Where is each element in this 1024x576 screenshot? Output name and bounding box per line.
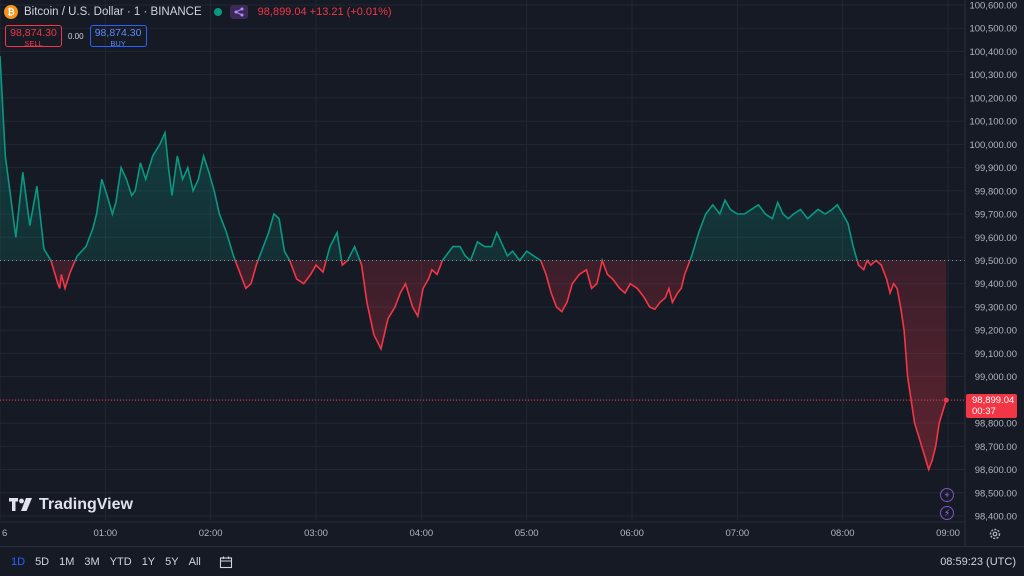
y-tick-label: 99,200.00 xyxy=(975,326,1017,337)
x-tick-label: 03:00 xyxy=(304,528,328,539)
range-button-1m[interactable]: 1M xyxy=(59,556,74,568)
x-tick-label: 07:00 xyxy=(725,528,749,539)
y-tick-label: 98,800.00 xyxy=(975,419,1017,430)
y-tick-label: 99,400.00 xyxy=(975,279,1017,290)
tradingview-logo[interactable]: TradingView xyxy=(9,496,133,514)
y-tick-label: 99,500.00 xyxy=(975,256,1017,267)
last-quote: 98,899.04 +13.21 (+0.01%) xyxy=(257,6,392,18)
y-tick-label: 98,600.00 xyxy=(975,465,1017,476)
spread-value: 0.00 xyxy=(68,31,84,41)
x-tick-label: 04:00 xyxy=(409,528,433,539)
range-button-3m[interactable]: 3M xyxy=(84,556,99,568)
buy-button[interactable]: 98,874.30 BUY xyxy=(89,25,147,48)
bitcoin-icon: ₿ xyxy=(4,5,18,19)
y-tick-label: 100,600.00 xyxy=(969,1,1017,12)
range-button-ytd[interactable]: YTD xyxy=(110,556,132,568)
y-tick-label: 99,600.00 xyxy=(975,233,1017,244)
symbol-header[interactable]: ₿ Bitcoin / U.S. Dollar · 1 · BINANCE 98… xyxy=(0,0,392,24)
lightning-icon[interactable]: ⚡ xyxy=(940,506,954,520)
area-down-fill xyxy=(0,260,947,470)
last-price-label: 98,899.04 00:37 xyxy=(966,394,1017,418)
y-tick-label: 100,000.00 xyxy=(969,140,1017,151)
y-tick-label: 100,500.00 xyxy=(969,24,1017,35)
area-fill xyxy=(0,56,947,470)
bar-countdown: 00:37 xyxy=(972,406,996,417)
sell-button[interactable]: 98,874.30 SELL xyxy=(5,25,62,47)
area-up-fill xyxy=(0,56,947,261)
y-tick-label: 99,300.00 xyxy=(975,302,1017,313)
series-line-up xyxy=(0,56,878,261)
x-tick-label: 08:00 xyxy=(831,528,855,539)
last-price-dot xyxy=(943,397,949,403)
x-tick-label: 05:00 xyxy=(515,528,539,539)
range-button-5d[interactable]: 5D xyxy=(35,556,49,568)
x-tick-label: 09:00 xyxy=(936,528,960,539)
last-price-value: 98,899.04 xyxy=(972,395,1015,406)
y-tick-label: 99,100.00 xyxy=(975,349,1017,360)
y-tick-label: 98,500.00 xyxy=(975,488,1017,499)
y-tick-label: 100,100.00 xyxy=(969,117,1017,128)
range-button-1y[interactable]: 1Y xyxy=(142,556,155,568)
y-tick-label: 99,000.00 xyxy=(975,372,1017,383)
y-tick-label: 99,900.00 xyxy=(975,163,1017,174)
utc-clock[interactable]: 08:59:23 (UTC) xyxy=(940,556,1016,568)
range-button-all[interactable]: All xyxy=(189,556,201,568)
series-line-down xyxy=(49,260,947,472)
x-tick-label: 6 xyxy=(2,528,7,539)
symbol-title[interactable]: Bitcoin / U.S. Dollar · 1 · BINANCE xyxy=(24,6,202,18)
bottom-toolbar: 1D 5D 1M 3M YTD 1Y 5Y All 08:59:23 (UTC) xyxy=(0,546,1024,576)
y-tick-label: 99,700.00 xyxy=(975,210,1017,221)
x-tick-label: 02:00 xyxy=(199,528,223,539)
plus-circle-icon[interactable]: + xyxy=(940,488,954,502)
sell-label: SELL xyxy=(24,38,43,48)
y-tick-label: 100,400.00 xyxy=(969,47,1017,58)
tradingview-logo-text: TradingView xyxy=(39,496,133,513)
trade-panel: 98,874.30 SELL 0.00 98,874.30 BUY xyxy=(5,25,147,47)
y-tick-label: 100,200.00 xyxy=(969,93,1017,104)
y-tick-label: 99,800.00 xyxy=(975,186,1017,197)
y-tick-label: 98,400.00 xyxy=(975,512,1017,523)
network-icon[interactable] xyxy=(229,5,248,19)
gear-icon[interactable] xyxy=(988,527,1002,541)
calendar-range-icon[interactable] xyxy=(219,555,233,569)
x-tick-label: 01:00 xyxy=(93,528,117,539)
buy-label: BUY xyxy=(110,38,126,48)
market-open-dot xyxy=(213,8,222,16)
buy-price: 98,874.30 xyxy=(94,27,142,39)
reference-lines xyxy=(0,0,966,546)
x-tick-label: 06:00 xyxy=(620,528,644,539)
y-tick-label: 98,700.00 xyxy=(975,442,1017,453)
range-buttons: 1D 5D 1M 3M YTD 1Y 5Y All xyxy=(11,556,201,568)
series-line xyxy=(0,56,947,472)
range-button-5y[interactable]: 5Y xyxy=(165,556,178,568)
tradingview-logo-icon xyxy=(9,498,32,511)
range-button-1d[interactable]: 1D xyxy=(11,556,25,568)
y-tick-label: 100,300.00 xyxy=(969,70,1017,81)
price-axis[interactable]: 98,400.00 98,500.00 98,600.00 98,700.00 98,8… xyxy=(969,1,1017,523)
time-axis[interactable]: 6 01:00 02:00 03:00 04:00 05:00 06:00 07:00 08:0… xyxy=(2,528,960,539)
price-chart[interactable]: 98,400.00 98,500.00 98,600.00 98,700.00 98,8… xyxy=(0,0,1024,576)
sell-price: 98,874.30 xyxy=(10,27,57,39)
